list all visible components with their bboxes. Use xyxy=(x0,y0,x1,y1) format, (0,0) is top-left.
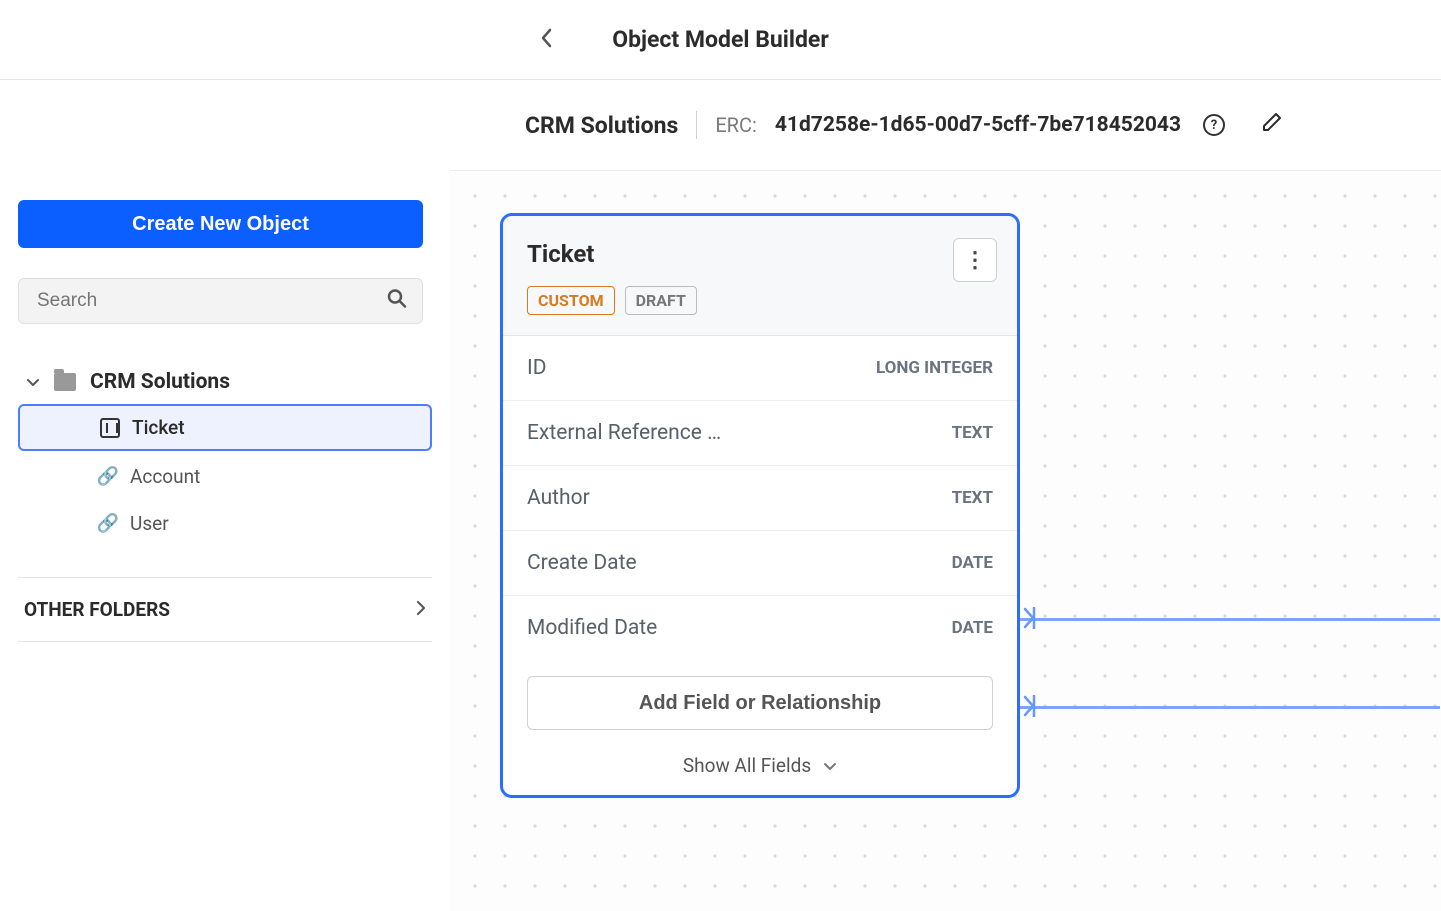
field-type: DATE xyxy=(952,618,993,638)
field-type: DATE xyxy=(952,553,993,573)
edit-icon[interactable] xyxy=(1261,111,1283,139)
subheader: CRM Solutions ERC: 41d7258e-1d65-00d7-5c… xyxy=(0,80,1441,170)
field-row[interactable]: Modified Date DATE xyxy=(503,596,1017,660)
link-icon: 🔗 xyxy=(98,514,118,534)
sidebar-item-label: Ticket xyxy=(132,416,185,439)
divider xyxy=(696,111,697,139)
sidebar-item-account[interactable]: 🔗 Account xyxy=(18,455,432,498)
field-type: LONG INTEGER xyxy=(876,358,993,378)
folder-root[interactable]: CRM Solutions xyxy=(18,364,432,400)
chevron-down-icon xyxy=(26,373,40,392)
connector-line xyxy=(1020,618,1440,621)
field-row[interactable]: External Reference … TEXT xyxy=(503,401,1017,466)
search-wrapper xyxy=(18,278,423,324)
link-icon: 🔗 xyxy=(98,467,118,487)
object-icon xyxy=(100,418,120,438)
search-input[interactable] xyxy=(18,278,423,324)
erc-value: 41d7258e-1d65-00d7-5cff-7be718452043 xyxy=(775,113,1181,137)
sidebar-item-user[interactable]: 🔗 User xyxy=(18,502,432,545)
field-row[interactable]: Create Date DATE xyxy=(503,531,1017,596)
card-menu-button[interactable]: ⋮ xyxy=(953,238,997,282)
connector-arrow-icon xyxy=(1023,695,1039,722)
connector-arrow-icon xyxy=(1023,607,1039,634)
main-layout: Create New Object CRM Solutions Ticket 🔗 xyxy=(0,170,1441,911)
other-folders-toggle[interactable]: OTHER FOLDERS xyxy=(18,577,432,642)
field-name: Modified Date xyxy=(527,616,657,640)
chevron-down-icon xyxy=(823,754,837,777)
other-folders-label: OTHER FOLDERS xyxy=(24,598,170,621)
canvas[interactable]: Ticket ⋮ CUSTOM DRAFT ID LONG INTEGER Ex… xyxy=(450,170,1441,911)
create-object-button[interactable]: Create New Object xyxy=(18,200,423,248)
field-name: Author xyxy=(527,486,590,510)
sidebar-item-label: User xyxy=(130,512,169,535)
back-icon[interactable] xyxy=(540,26,552,54)
add-field-button[interactable]: Add Field or Relationship xyxy=(527,676,993,730)
card-header: Ticket ⋮ CUSTOM DRAFT xyxy=(503,216,1017,336)
connector-line xyxy=(1020,706,1440,709)
sidebar: Create New Object CRM Solutions Ticket 🔗 xyxy=(0,170,450,911)
folder-tree: CRM Solutions Ticket 🔗 Account 🔗 User xyxy=(18,364,432,545)
field-row[interactable]: Author TEXT xyxy=(503,466,1017,531)
field-type: TEXT xyxy=(952,488,993,508)
field-row[interactable]: ID LONG INTEGER xyxy=(503,336,1017,401)
page-title: Object Model Builder xyxy=(612,26,829,53)
card-title: Ticket xyxy=(527,240,993,268)
project-title: CRM Solutions xyxy=(525,112,678,139)
field-name: Create Date xyxy=(527,551,637,575)
folder-icon xyxy=(54,373,76,391)
card-footer: Add Field or Relationship xyxy=(503,660,1017,738)
field-name: ID xyxy=(527,356,547,380)
sidebar-item-ticket[interactable]: Ticket xyxy=(18,404,432,451)
object-card[interactable]: Ticket ⋮ CUSTOM DRAFT ID LONG INTEGER Ex… xyxy=(500,213,1020,798)
badge-draft: DRAFT xyxy=(625,286,697,315)
badges: CUSTOM DRAFT xyxy=(527,286,993,315)
search-icon[interactable] xyxy=(387,289,407,314)
field-name: External Reference … xyxy=(527,421,721,445)
field-type: TEXT xyxy=(952,423,993,443)
badge-custom: CUSTOM xyxy=(527,286,615,315)
chevron-right-icon xyxy=(416,598,426,621)
show-all-fields-button[interactable]: Show All Fields xyxy=(503,738,1017,795)
folder-label: CRM Solutions xyxy=(90,370,230,394)
sidebar-item-label: Account xyxy=(130,465,200,488)
erc-label: ERC: xyxy=(715,113,757,137)
help-icon[interactable]: ? xyxy=(1203,114,1225,136)
header: Object Model Builder xyxy=(0,0,1441,80)
show-all-label: Show All Fields xyxy=(683,754,811,777)
